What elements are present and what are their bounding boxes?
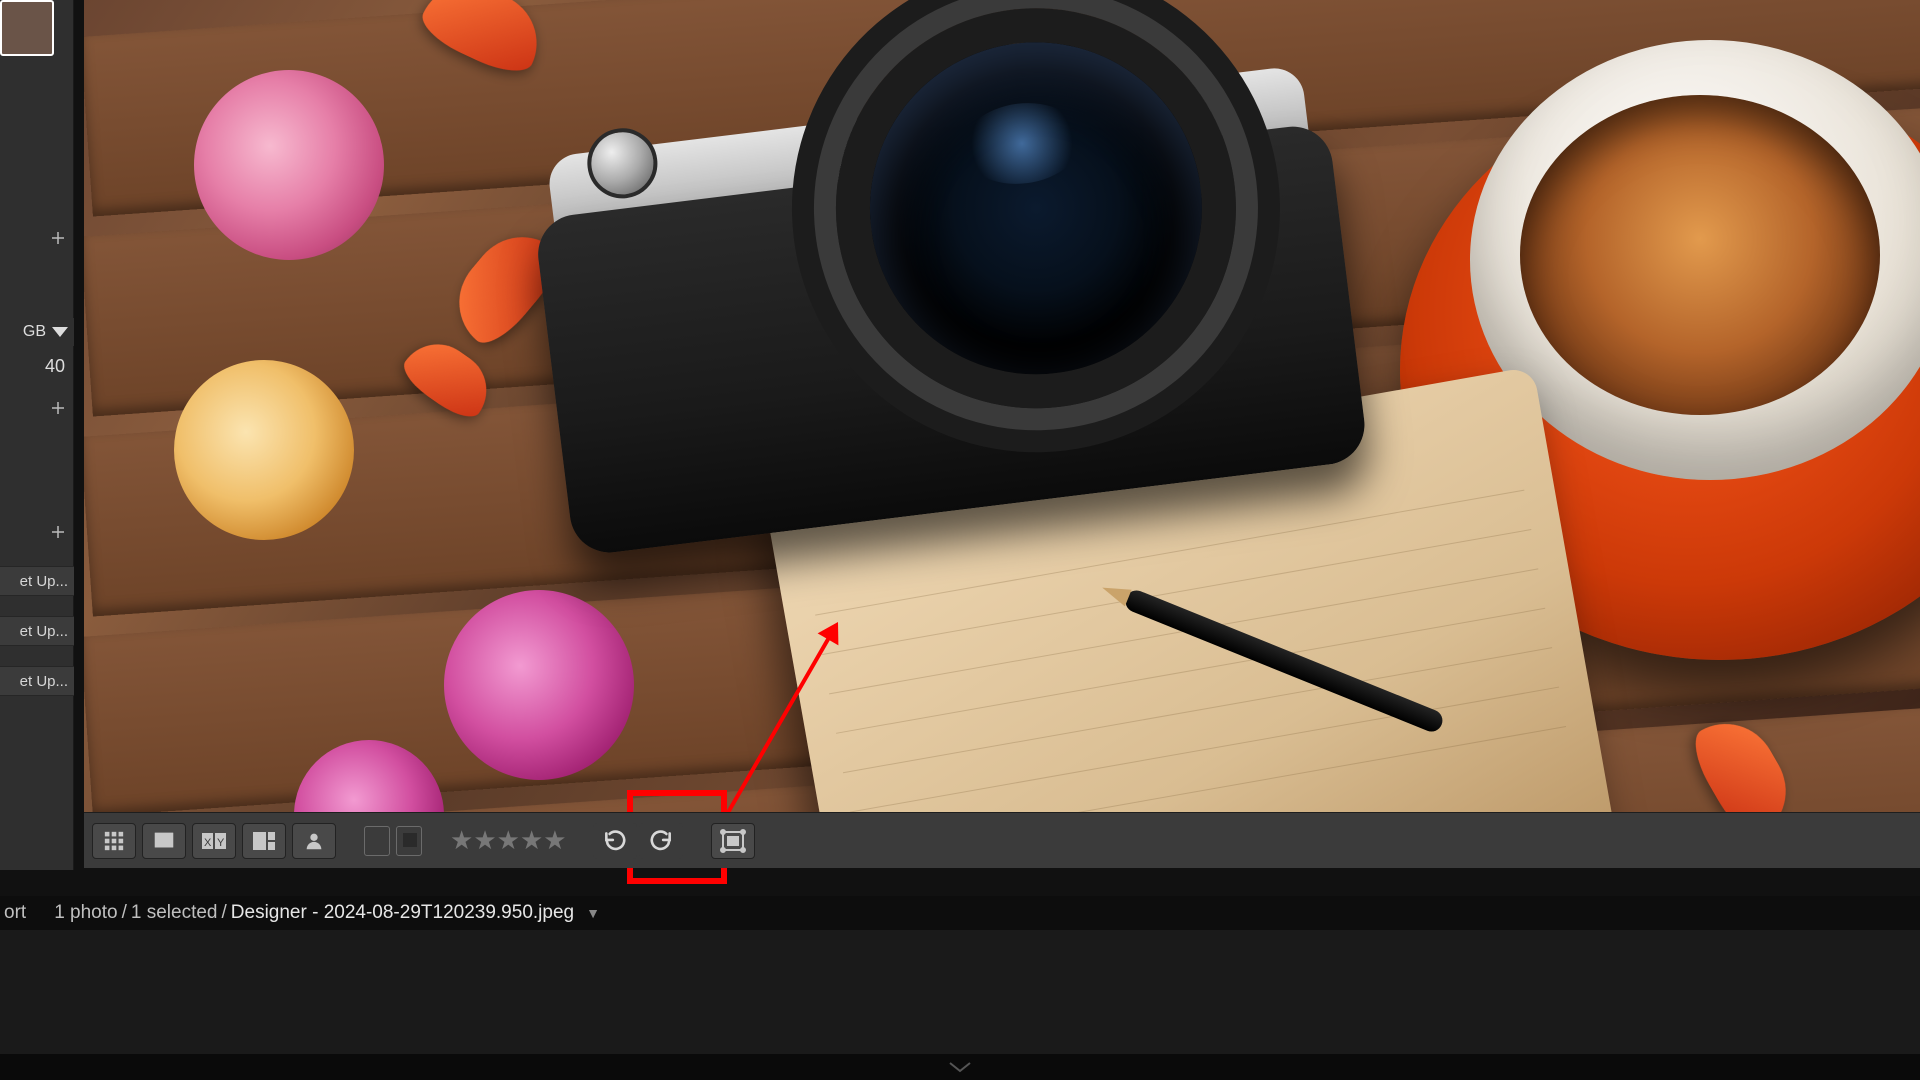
survey-view-button[interactable] bbox=[242, 823, 286, 859]
rotate-cw-button[interactable] bbox=[639, 823, 683, 859]
star-1[interactable]: ★ bbox=[450, 825, 471, 856]
panel-add-button[interactable] bbox=[7, 226, 67, 250]
compare-view-icon: XY bbox=[201, 831, 227, 851]
people-view-button[interactable] bbox=[292, 823, 336, 859]
plus-icon bbox=[49, 399, 67, 417]
photo-coffee bbox=[1520, 95, 1880, 415]
selected-count: 1 selected bbox=[131, 902, 218, 924]
storage-label: GB bbox=[23, 323, 46, 341]
photo-camera bbox=[468, 0, 1419, 651]
storage-dropdown[interactable]: GB bbox=[0, 318, 74, 346]
filename-dropdown-icon[interactable]: ▼ bbox=[586, 905, 600, 921]
target-collection-setup-1[interactable]: et Up... bbox=[0, 566, 74, 596]
sync-settings-icon bbox=[720, 829, 746, 853]
status-sep: / bbox=[122, 902, 127, 924]
survey-view-icon bbox=[252, 831, 276, 851]
star-3[interactable]: ★ bbox=[497, 825, 518, 856]
svg-text:X: X bbox=[204, 837, 212, 849]
panel-add-button-3[interactable] bbox=[7, 520, 67, 544]
svg-text:Y: Y bbox=[217, 837, 225, 849]
rotate-cw-icon bbox=[648, 828, 674, 854]
rotate-ccw-icon bbox=[602, 828, 628, 854]
people-view-icon bbox=[302, 830, 326, 852]
status-bar: ort 1 photo / 1 selected / Designer - 20… bbox=[0, 896, 1920, 930]
loupe-view-button[interactable] bbox=[142, 823, 186, 859]
app-root: GB 40 et Up... et Up... et Up... bbox=[0, 0, 1920, 1080]
storage-value: 40 bbox=[45, 356, 65, 377]
plus-icon bbox=[49, 229, 67, 247]
photo-flower bbox=[174, 360, 354, 540]
dropdown-triangle-icon bbox=[52, 327, 68, 337]
status-sep: / bbox=[222, 902, 227, 924]
star-2[interactable]: ★ bbox=[473, 825, 494, 856]
panel-add-button-2[interactable] bbox=[7, 396, 67, 420]
loupe-view-icon bbox=[152, 830, 176, 852]
photo-flower bbox=[194, 70, 384, 260]
grid-view-icon bbox=[102, 830, 126, 852]
compare-view-button[interactable]: XY bbox=[192, 823, 236, 859]
image-canvas[interactable] bbox=[84, 0, 1920, 812]
chevron-down-icon bbox=[947, 1060, 973, 1074]
sync-settings-button[interactable] bbox=[711, 823, 755, 859]
flag-pick-button[interactable] bbox=[364, 826, 390, 856]
navigator-thumbnail[interactable] bbox=[0, 0, 54, 56]
star-5[interactable]: ★ bbox=[543, 825, 564, 856]
rating-stars[interactable]: ★ ★ ★ ★ ★ bbox=[450, 825, 565, 856]
photo-count: 1 photo bbox=[54, 902, 117, 924]
bottom-toolbar: XY ★ ★ ★ ★ ★ bbox=[84, 812, 1920, 868]
rotate-ccw-button[interactable] bbox=[593, 823, 637, 859]
target-collection-setup-2[interactable]: et Up... bbox=[0, 616, 74, 646]
filmstrip-toggle[interactable] bbox=[0, 1054, 1920, 1080]
plus-icon bbox=[49, 523, 67, 541]
left-panel: GB 40 et Up... et Up... et Up... bbox=[0, 0, 74, 870]
grid-view-button[interactable] bbox=[92, 823, 136, 859]
sort-label[interactable]: ort bbox=[4, 902, 26, 924]
flag-reject-button[interactable] bbox=[396, 826, 422, 856]
current-filename[interactable]: Designer - 2024-08-29T120239.950.jpeg bbox=[231, 902, 574, 924]
star-4[interactable]: ★ bbox=[520, 825, 541, 856]
target-collection-setup-3[interactable]: et Up... bbox=[0, 666, 74, 696]
